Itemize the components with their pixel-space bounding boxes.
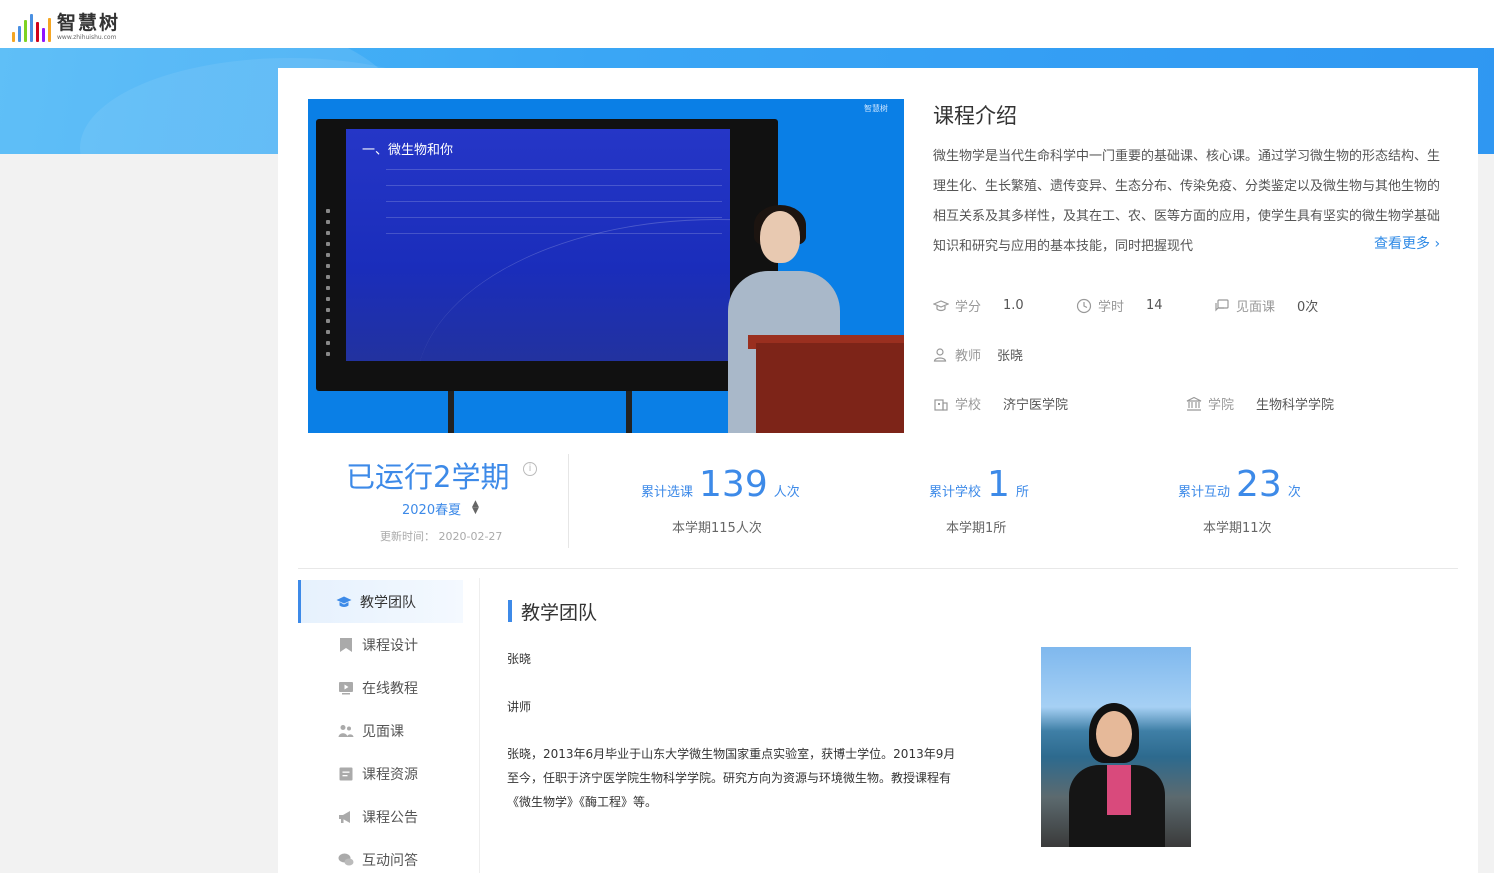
- teacher-title: 讲师: [507, 700, 532, 714]
- course-nav: 教学团队 课程设计 在线教程 见面课 课程资源 课程公告 互动问答: [298, 578, 480, 873]
- video-slide: 一、微生物和你: [346, 129, 730, 361]
- school-info: 学校 济宁医学院: [933, 394, 1068, 413]
- meet-value: 0次: [1297, 300, 1319, 315]
- teacher-bio: 张晓，2013年6月毕业于山东大学微生物国家重点实验室，获博士学位。2013年9…: [507, 747, 956, 809]
- teacher-info: 教师 张晓: [933, 345, 1023, 364]
- megaphone-icon: [339, 810, 350, 823]
- section-title: 教学团队: [521, 602, 598, 624]
- chat-icon: [338, 853, 354, 865]
- graduation-cap-icon: [336, 596, 352, 607]
- select-sub: 本学期115人次: [672, 521, 762, 536]
- video-icon: [339, 681, 353, 694]
- people-icon: [338, 724, 354, 737]
- credit-value: 1.0: [1003, 298, 1024, 313]
- college-info: 学院 生物科学学院: [1186, 394, 1334, 413]
- nav-item-meeting-class[interactable]: 见面课: [298, 709, 463, 752]
- interact-sub: 本学期11次: [1203, 521, 1272, 536]
- top-header: 智慧树 www.zhihuishu.com: [0, 0, 1494, 48]
- nav-item-teaching-team[interactable]: 教学团队: [298, 580, 463, 623]
- bookmark-icon: [340, 637, 352, 652]
- screen-toolbar: [324, 209, 332, 356]
- nav-item-course-design[interactable]: 课程设计: [298, 623, 463, 666]
- nav-item-announcements[interactable]: 课程公告: [298, 795, 463, 838]
- term-select[interactable]: 2020春夏: [402, 499, 461, 518]
- teacher-name: 张晓: [507, 652, 532, 666]
- logo-text: 智慧树: [57, 12, 121, 34]
- school-sub: 本学期1所: [946, 521, 1007, 536]
- video-watermark: 智慧树: [864, 104, 888, 113]
- school-value: 济宁医学院: [1003, 398, 1069, 413]
- info-icon[interactable]: i: [523, 462, 537, 476]
- teacher-photo: [1041, 647, 1191, 847]
- logo-bars-icon: [12, 14, 51, 42]
- credit-info: 学分 1.0: [933, 296, 1024, 315]
- slide-title: 一、微生物和你: [362, 143, 454, 158]
- institution-icon: [1186, 396, 1202, 411]
- user-icon: [933, 347, 947, 362]
- logo-url: www.zhihuishu.com: [57, 34, 117, 41]
- nav-item-course-resources[interactable]: 课程资源: [298, 752, 463, 795]
- stat-interact: 累计互动 23 次: [1178, 464, 1301, 505]
- view-more-link[interactable]: 查看更多 ›: [1366, 233, 1441, 253]
- sort-arrows-icon[interactable]: ▲ ▼: [472, 500, 479, 516]
- interact-count: 23: [1236, 464, 1282, 505]
- hours-info: 学时 14: [1076, 296, 1163, 315]
- teacher-value: 张晓: [997, 349, 1024, 364]
- chat-icon: [1215, 298, 1229, 311]
- building-icon: [934, 398, 948, 411]
- podium: [756, 343, 904, 433]
- select-count: 139: [699, 464, 768, 505]
- document-icon: [339, 767, 353, 780]
- meet-info: 见面课 0次: [1214, 296, 1318, 315]
- graduation-cap-icon: [933, 299, 949, 311]
- video-screen-frame: 一、微生物和你: [316, 119, 778, 391]
- college-value: 生物科学学院: [1256, 398, 1335, 413]
- school-count: 1: [987, 464, 1010, 505]
- run-count: 已运行2学期: [346, 460, 510, 494]
- course-card: 智慧树 一、微生物和你 课程介绍 微生物学是当代生命科学中一门重要的基础课、核心: [278, 68, 1478, 873]
- stat-school: 累计学校 1 所: [929, 464, 1029, 505]
- update-time: 更新时间： 2020-02-27: [380, 530, 503, 543]
- course-video-player[interactable]: 智慧树 一、微生物和你: [308, 99, 904, 433]
- nav-item-qa[interactable]: 互动问答: [298, 838, 463, 873]
- clock-icon: [1076, 298, 1092, 313]
- stat-select: 累计选课 139 人次: [641, 464, 800, 505]
- hours-value: 14: [1146, 298, 1163, 313]
- site-logo[interactable]: 智慧树 www.zhihuishu.com: [12, 6, 120, 42]
- nav-item-online-tutorial[interactable]: 在线教程: [298, 666, 463, 709]
- intro-title: 课程介绍: [933, 104, 1017, 128]
